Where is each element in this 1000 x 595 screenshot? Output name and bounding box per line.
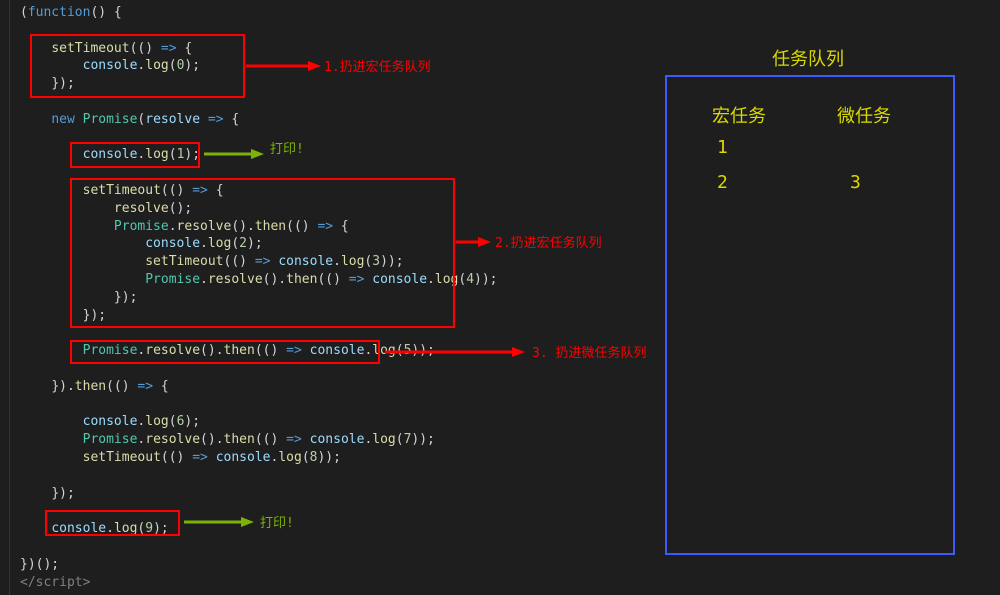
micro-label: 微任务 — [837, 102, 891, 128]
annotation-1: 1.扔进宏任务队列 — [324, 56, 431, 75]
annotation-4: 3. 扔进微任务队列 — [532, 342, 646, 361]
code-line — [20, 94, 660, 112]
code-line — [20, 325, 660, 343]
code-line: setTimeout(() => console.log(8)); — [20, 450, 660, 468]
code-line: console.log(9); — [20, 521, 660, 539]
code-line: (function() { — [20, 5, 660, 23]
annotation-3: 2.扔进宏任务队列 — [495, 232, 602, 251]
code-line: console.log(6); — [20, 414, 660, 432]
line-gutter — [0, 0, 10, 595]
code-line — [20, 539, 660, 557]
code-line: }).then(() => { — [20, 379, 660, 397]
code-line: console.log(1); — [20, 147, 660, 165]
code-line — [20, 503, 660, 521]
code-line — [20, 468, 660, 486]
code-line: new Promise(resolve => { — [20, 112, 660, 130]
code-line — [20, 397, 660, 415]
code-block: (function() { setTimeout(() => { console… — [20, 5, 660, 592]
annotation-5: 打印! — [260, 512, 294, 531]
macro-item: 2 — [717, 172, 728, 193]
code-line — [20, 23, 660, 41]
macro-item: 1 — [717, 137, 728, 158]
code-line: })(); — [20, 557, 660, 575]
code-line: setTimeout(() => console.log(3)); — [20, 254, 660, 272]
code-line: }); — [20, 76, 660, 94]
macro-label: 宏任务 — [712, 102, 766, 128]
code-line: Promise.resolve().then(() => console.log… — [20, 272, 660, 290]
code-line: }); — [20, 308, 660, 326]
queue-title: 任务队列 — [772, 45, 844, 71]
code-line: }); — [20, 290, 660, 308]
code-line: </script> — [20, 575, 660, 593]
code-line — [20, 361, 660, 379]
queue-box: 宏任务 微任务 1 2 3 — [665, 75, 955, 555]
annotation-2: 打印! — [270, 138, 304, 157]
code-line — [20, 130, 660, 148]
code-line: setTimeout(() => { — [20, 183, 660, 201]
micro-item: 3 — [850, 172, 861, 193]
code-line: }); — [20, 486, 660, 504]
code-line: resolve(); — [20, 201, 660, 219]
code-line: Promise.resolve().then(() => console.log… — [20, 432, 660, 450]
code-line — [20, 165, 660, 183]
